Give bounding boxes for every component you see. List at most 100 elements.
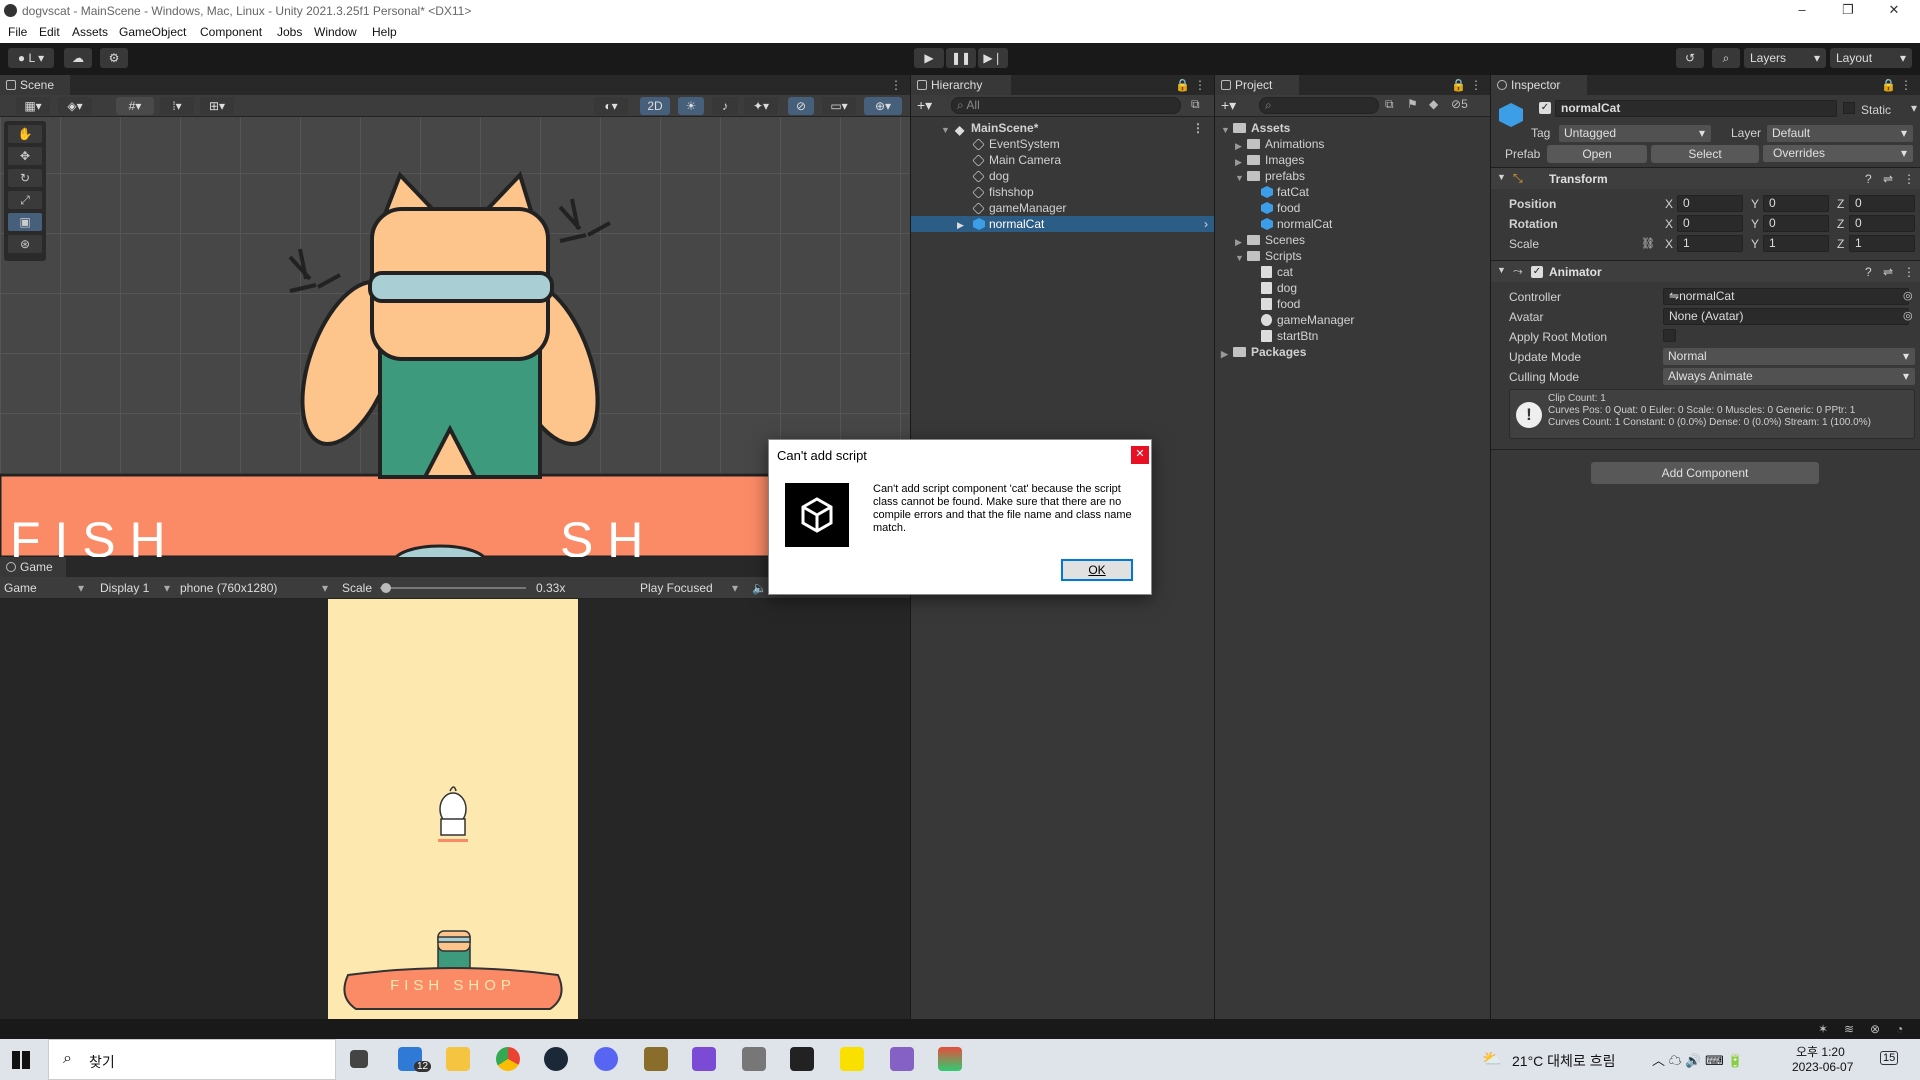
- transform-header[interactable]: ▼ ⤡ Transform ? ⇌ ⋮: [1491, 167, 1920, 189]
- file-explorer-icon[interactable]: [446, 1047, 470, 1071]
- lock-icon[interactable]: 🔒: [1451, 78, 1466, 92]
- controller-field[interactable]: ⇋normalCat: [1663, 288, 1909, 305]
- fold-arrow-icon[interactable]: ▼: [1497, 265, 1506, 275]
- position-y-field[interactable]: 0: [1763, 195, 1829, 212]
- league-of-legends-icon[interactable]: [644, 1047, 668, 1071]
- gizmos-icon[interactable]: ⊕▾: [864, 97, 902, 115]
- hierarchy-item-fishshop[interactable]: fishshop: [911, 184, 1214, 200]
- hierarchy-search-input[interactable]: ⌕ All: [951, 97, 1181, 114]
- folder-scenes[interactable]: ▶ Scenes: [1215, 232, 1305, 248]
- chevron-down-icon[interactable]: ▾: [1911, 101, 1917, 115]
- menu-help[interactable]: Help: [372, 25, 397, 39]
- hierarchy-item-eventsystem[interactable]: EventSystem: [911, 136, 1214, 152]
- static-checkbox[interactable]: [1843, 102, 1855, 114]
- label-icon[interactable]: ◆: [1429, 97, 1438, 111]
- expand-arrow-icon[interactable]: ▶: [1221, 346, 1228, 362]
- position-z-field[interactable]: 0: [1849, 195, 1915, 212]
- object-name-field[interactable]: normalCat: [1555, 100, 1837, 117]
- asset-normalcat[interactable]: normalCat: [1215, 216, 1332, 232]
- culling-mode-dropdown[interactable]: Always Animate ▾: [1663, 368, 1915, 385]
- animator-enabled-checkbox[interactable]: ✓: [1531, 266, 1543, 278]
- ok-button[interactable]: OK: [1061, 559, 1133, 581]
- presets-icon[interactable]: ⇌: [1883, 265, 1893, 279]
- progress-icon[interactable]: ◔: [1896, 1022, 1903, 1036]
- asset-startbtn-script[interactable]: startBtn: [1215, 328, 1318, 344]
- view-select[interactable]: Game: [4, 581, 37, 595]
- increment-snap-icon[interactable]: ⁞▾: [160, 97, 194, 115]
- update-mode-dropdown[interactable]: Normal ▾: [1663, 348, 1915, 365]
- cloud-icon[interactable]: ☁: [64, 48, 92, 68]
- more-icon[interactable]: ⋮: [1194, 78, 1206, 92]
- prefab-open-button[interactable]: Open: [1547, 145, 1647, 163]
- folder-packages[interactable]: ▶ Packages: [1215, 344, 1306, 360]
- layers-stack-icon[interactable]: ≋: [1844, 1022, 1854, 1036]
- more-icon[interactable]: ⋮: [1470, 78, 1482, 92]
- help-icon[interactable]: ?: [1865, 172, 1872, 186]
- prefab-overrides-dropdown[interactable]: Overrides ▾: [1763, 145, 1913, 162]
- menu-edit[interactable]: Edit: [39, 25, 60, 39]
- resolution-select[interactable]: phone (760x1280): [180, 581, 277, 595]
- task-view-icon[interactable]: [350, 1050, 368, 1068]
- lock-icon[interactable]: 🔒: [1175, 78, 1190, 92]
- notification-count[interactable]: 15: [1880, 1051, 1899, 1065]
- unity-hub-icon[interactable]: [742, 1047, 766, 1071]
- undo-history-icon[interactable]: ↺: [1676, 48, 1704, 68]
- scale-z-field[interactable]: 1: [1849, 235, 1915, 252]
- avatar-field[interactable]: None (Avatar): [1663, 308, 1909, 325]
- position-x-field[interactable]: 0: [1677, 195, 1743, 212]
- asset-dog-script[interactable]: dog: [1215, 280, 1297, 296]
- chevron-right-icon[interactable]: ›: [1204, 216, 1208, 232]
- hierarchy-item-dog[interactable]: dog: [911, 168, 1214, 184]
- hidden-packages-icon[interactable]: ⊘5: [1451, 97, 1468, 111]
- account-button[interactable]: ● L ▾: [8, 48, 54, 68]
- animator-header[interactable]: ▼ ⤳ ✓ Animator ? ⇌ ⋮: [1491, 260, 1920, 282]
- scene-root[interactable]: ▼ ◆ MainScene* ⋮: [911, 120, 1214, 137]
- network-icon[interactable]: ⊗: [1870, 1022, 1880, 1036]
- rotation-z-field[interactable]: 0: [1849, 215, 1915, 232]
- collab-icon[interactable]: ⚙: [100, 48, 128, 68]
- step-button[interactable]: ▶❘: [978, 48, 1008, 68]
- scale-y-field[interactable]: 1: [1763, 235, 1829, 252]
- menu-component[interactable]: Component: [200, 25, 262, 39]
- presets-icon[interactable]: ⇌: [1883, 172, 1893, 186]
- hierarchy-item-main-camera[interactable]: Main Camera: [911, 152, 1214, 168]
- bluestacks-icon[interactable]: [938, 1047, 962, 1071]
- hierarchy-item-normalcat[interactable]: ▶ normalCat ›: [911, 216, 1214, 232]
- clock-date[interactable]: 2023-06-07: [1792, 1060, 1853, 1074]
- prefab-select-button[interactable]: Select: [1651, 145, 1759, 163]
- object-picker-icon[interactable]: ◎: [1903, 289, 1913, 302]
- taskbar-search-box[interactable]: ⌕ 찾기: [48, 1039, 336, 1080]
- layer-dropdown[interactable]: Default ▾: [1767, 125, 1913, 142]
- active-checkbox[interactable]: ✓: [1539, 102, 1551, 114]
- tab-inspector[interactable]: Inspector: [1491, 75, 1587, 95]
- discord-icon[interactable]: [594, 1047, 618, 1071]
- lighting-icon[interactable]: ☀: [678, 97, 704, 115]
- search-by-type-icon[interactable]: ⧉: [1385, 97, 1394, 112]
- hidden-objects-icon[interactable]: ⊘: [788, 97, 814, 115]
- asset-cat-script[interactable]: cat: [1215, 264, 1293, 280]
- visual-studio-icon[interactable]: [890, 1047, 914, 1071]
- close-icon[interactable]: ✕: [1131, 446, 1149, 464]
- grid-snap-icon[interactable]: #▾: [116, 97, 154, 115]
- tag-dropdown[interactable]: Untagged ▾: [1559, 125, 1711, 142]
- more-icon[interactable]: ⋮: [1900, 78, 1912, 92]
- folder-animations[interactable]: ▶ Animations: [1215, 136, 1324, 152]
- root-motion-checkbox[interactable]: [1663, 329, 1676, 342]
- play-focused-select[interactable]: Play Focused: [640, 581, 713, 595]
- search-by-type-icon[interactable]: ⧉: [1191, 97, 1200, 112]
- play-button[interactable]: ▶: [914, 48, 944, 68]
- pause-button[interactable]: ❚❚: [946, 48, 976, 68]
- kakaotalk-icon[interactable]: [840, 1047, 864, 1071]
- tab-scene[interactable]: Scene: [0, 75, 70, 95]
- menu-file[interactable]: File: [8, 25, 27, 39]
- asset-food-prefab[interactable]: food: [1215, 200, 1300, 216]
- scale-x-field[interactable]: 1: [1677, 235, 1743, 252]
- draw-mode-icon[interactable]: ▦▾: [16, 97, 50, 115]
- effects-icon[interactable]: ✦▾: [744, 97, 778, 115]
- chrome-icon[interactable]: [496, 1047, 520, 1071]
- object-picker-icon[interactable]: ◎: [1903, 309, 1913, 322]
- tray-icons[interactable]: ︿ ☁ 🔊 ⌨ 🔋: [1652, 1050, 1744, 1069]
- fold-arrow-icon[interactable]: ▼: [1497, 172, 1506, 182]
- menu-gameobject[interactable]: GameObject: [119, 25, 186, 39]
- more-icon[interactable]: ⋮: [1903, 265, 1915, 279]
